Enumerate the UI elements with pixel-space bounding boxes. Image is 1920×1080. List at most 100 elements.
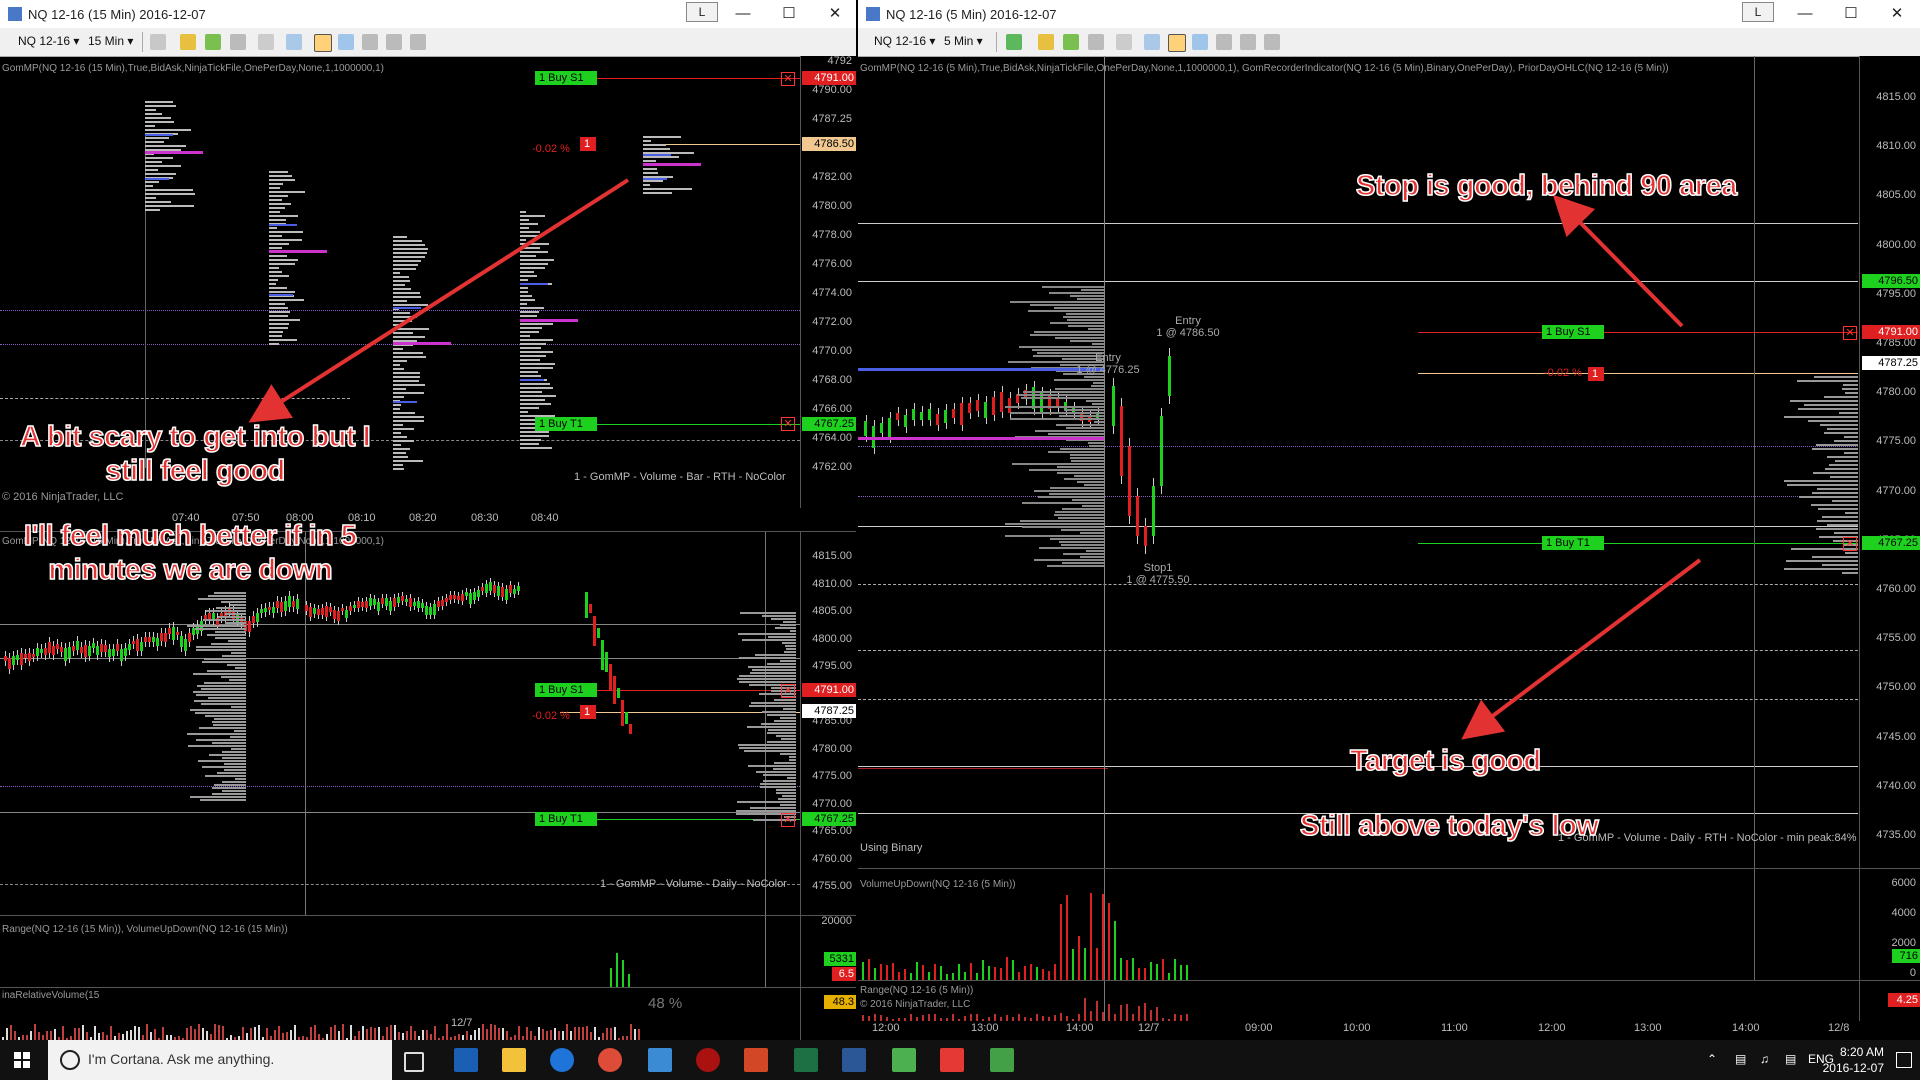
price-panel-daily[interactable]: GomMP(NQ 12-16 (15 Min),True,BidAsk,Ninj…: [0, 531, 856, 916]
profile-bar: [1085, 400, 1104, 402]
windows-start-icon[interactable]: [14, 1052, 30, 1068]
price-axis[interactable]: 4815.00 4810.00 4805.00 4800.00 4795.00 4785.…: [1859, 56, 1920, 868]
tray-chevron-icon[interactable]: ⌃: [1707, 1052, 1717, 1066]
notification-icon[interactable]: ▤: [1785, 1052, 1796, 1066]
profile-bar: [1798, 408, 1858, 410]
buy-target-order[interactable]: 1 Buy T1: [535, 812, 597, 826]
close-order-icon[interactable]: ✕: [781, 813, 795, 827]
pnl-percent: -0.02 %: [532, 143, 570, 155]
strategies-icon[interactable]: [1216, 34, 1232, 50]
volume-panel[interactable]: VolumeUpDown(NQ 12-16 (5 Min)) 6000 4000…: [858, 868, 1920, 981]
position-qty[interactable]: 1: [580, 137, 596, 151]
range-panel[interactable]: Range(NQ 12-16 (5 Min)) © 2016 NinjaTrad…: [858, 980, 1920, 1021]
word-icon[interactable]: [842, 1048, 866, 1072]
buy-target-order[interactable]: 1 Buy T1: [535, 417, 597, 431]
properties-icon[interactable]: [314, 34, 332, 52]
stop-marker: Stop1 1 @ 4775.50: [1118, 562, 1198, 586]
templates-icon[interactable]: [1240, 34, 1256, 50]
cortana-search[interactable]: I'm Cortana. Ask me anything.: [48, 1040, 392, 1080]
indicators-icon[interactable]: [338, 34, 354, 50]
x-label: 12/7: [1138, 1022, 1160, 1034]
interval-selector[interactable]: 15 Min ▾: [88, 34, 133, 48]
buy-stop-order[interactable]: 1 Buy S1: [1542, 325, 1604, 339]
cursor-icon[interactable]: [258, 34, 274, 50]
close-order-icon[interactable]: ✕: [781, 72, 795, 86]
strategies-icon[interactable]: [362, 34, 378, 50]
profile-bar: [269, 327, 289, 329]
relative-volume-axis[interactable]: 48.3: [800, 988, 856, 1040]
cursor-icon[interactable]: [1116, 34, 1132, 50]
pencil-icon[interactable]: [180, 34, 196, 50]
candle: [341, 608, 344, 612]
outlook-icon[interactable]: [454, 1048, 478, 1072]
range-axis[interactable]: 4.25: [1859, 981, 1920, 1021]
profile-bar: [215, 631, 246, 633]
templates-icon[interactable]: [386, 34, 402, 50]
instrument-selector[interactable]: NQ 12-16 ▾: [874, 34, 935, 48]
draw-tool-icon[interactable]: [1063, 34, 1079, 50]
profile-bar: [189, 709, 246, 711]
buy-target-order[interactable]: 1 Buy T1: [1542, 536, 1604, 550]
position-qty[interactable]: 1: [580, 705, 596, 719]
draw-tool-icon[interactable]: [205, 34, 221, 50]
volume-axis[interactable]: 20000 5331 6.5: [800, 915, 856, 988]
zoom-icon[interactable]: [1144, 34, 1160, 50]
profile-bar: [780, 738, 796, 740]
zoom-icon[interactable]: [286, 34, 302, 50]
evernote-icon[interactable]: [990, 1048, 1014, 1072]
volume-icon[interactable]: ♫: [1760, 1052, 1769, 1066]
relative-volume-bar: [118, 1033, 120, 1040]
action-center-icon[interactable]: [1896, 1052, 1912, 1068]
properties-icon[interactable]: [1168, 34, 1186, 52]
eraser-icon[interactable]: [1088, 34, 1104, 50]
volume-panel[interactable]: Range(NQ 12-16 (15 Min)), VolumeUpDown(N…: [0, 915, 856, 988]
profile-bar: [643, 188, 693, 190]
line-chart-icon[interactable]: [150, 34, 166, 50]
volume-axis[interactable]: 6000 4000 2000 0 716: [1859, 869, 1920, 981]
relative-volume-bar: [538, 1026, 540, 1040]
instrument-selector[interactable]: NQ 12-16 ▾: [18, 34, 79, 48]
panel-icon[interactable]: [410, 34, 426, 50]
position-qty[interactable]: 1: [1588, 367, 1604, 381]
profile-bar: [145, 117, 171, 119]
buy-stop-order[interactable]: 1 Buy S1: [535, 683, 597, 697]
pencil-icon[interactable]: [1038, 34, 1054, 50]
close-order-icon[interactable]: ✕: [781, 684, 795, 698]
panel-icon[interactable]: [1264, 34, 1280, 50]
finviz-icon[interactable]: [648, 1048, 672, 1072]
volume-bar: [1006, 957, 1008, 981]
price-axis[interactable]: 47924790.004787.254784.004782.004780.004…: [800, 55, 856, 508]
link-button[interactable]: L: [1742, 2, 1774, 22]
network-icon[interactable]: ▤: [1735, 1052, 1746, 1066]
relative-volume-panel[interactable]: inaRelativeVolume(15 48 % 12/7 48.3: [0, 987, 856, 1040]
interval-selector[interactable]: 5 Min ▾: [944, 34, 983, 48]
task-view-icon[interactable]: [404, 1052, 424, 1072]
close-order-icon[interactable]: ✕: [1843, 537, 1857, 551]
clock[interactable]: 8:20 AM 2016-12-07: [1823, 1044, 1884, 1076]
eraser-icon[interactable]: [230, 34, 246, 50]
excel-icon[interactable]: [794, 1048, 818, 1072]
maximize-icon[interactable]: ☐: [766, 0, 812, 28]
indicators-icon[interactable]: [1192, 34, 1208, 50]
gmail-icon[interactable]: [940, 1048, 964, 1072]
green-app-icon[interactable]: [892, 1048, 916, 1072]
file-explorer-icon[interactable]: [502, 1048, 526, 1072]
ninjatrader-icon[interactable]: [696, 1048, 720, 1072]
close-icon[interactable]: ✕: [812, 0, 856, 28]
buy-stop-order[interactable]: 1 Buy S1: [535, 71, 597, 85]
profile-bar: [1070, 454, 1104, 456]
edge-icon[interactable]: [550, 1048, 574, 1072]
volume-tick: 20000: [821, 915, 852, 927]
maximize-icon[interactable]: ☐: [1828, 0, 1874, 28]
chrome-icon[interactable]: [598, 1048, 622, 1072]
range-bar: [1138, 1006, 1140, 1021]
powerpoint-icon[interactable]: [744, 1048, 768, 1072]
candlestick-icon[interactable]: [1006, 34, 1022, 50]
close-icon[interactable]: ✕: [1874, 0, 1920, 28]
minimize-icon[interactable]: —: [720, 0, 766, 28]
close-order-icon[interactable]: ✕: [1843, 326, 1857, 340]
link-button[interactable]: L: [686, 2, 718, 22]
minimize-icon[interactable]: —: [1782, 0, 1828, 28]
price-axis[interactable]: 4815.004810.004805.004800.004795.004790.…: [800, 532, 856, 916]
close-order-icon[interactable]: ✕: [781, 417, 795, 431]
